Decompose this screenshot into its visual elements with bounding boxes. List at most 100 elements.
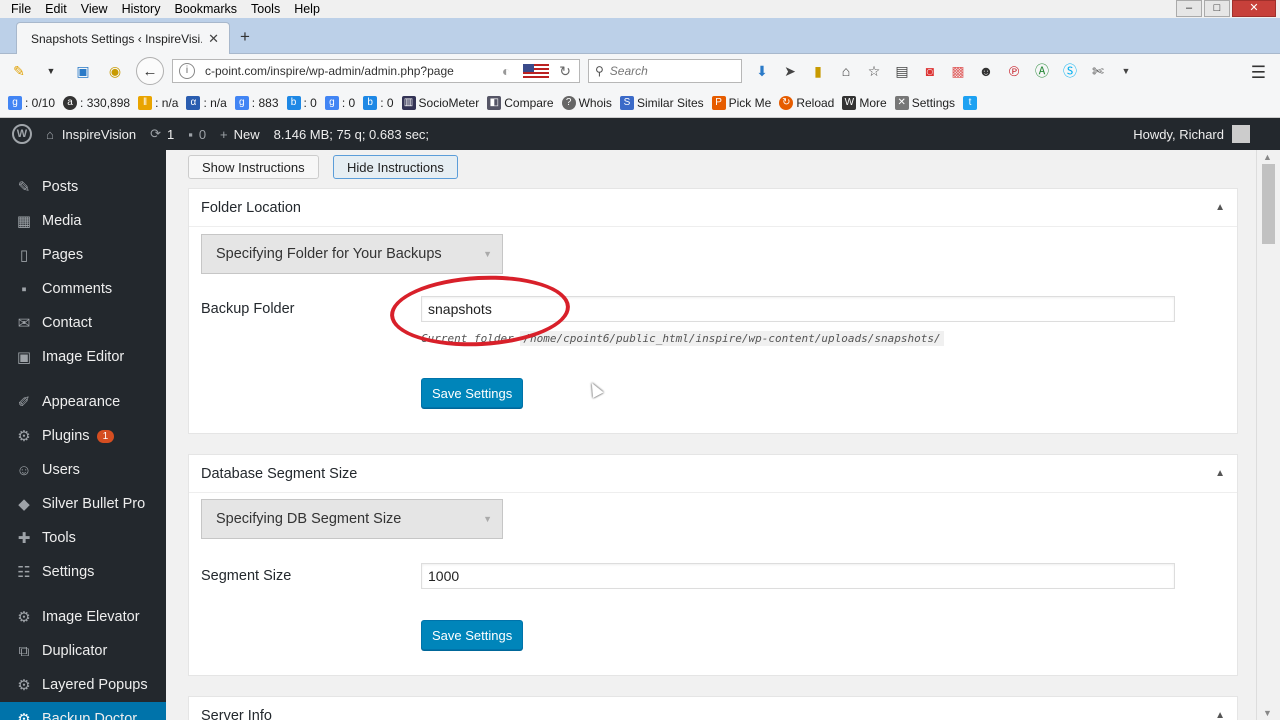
menu-help[interactable]: Help	[287, 2, 327, 16]
backup-folder-label: Backup Folder	[201, 301, 295, 317]
menu-edit[interactable]: Edit	[38, 2, 74, 16]
folder-location-header[interactable]: Folder Location ▲	[189, 189, 1237, 227]
minimize-icon[interactable]: –	[1176, 0, 1202, 17]
scroll-thumb[interactable]	[1262, 164, 1275, 244]
send-icon[interactable]: ➤	[780, 61, 800, 81]
page-scrollbar[interactable]: ▲ ▼	[1256, 150, 1280, 720]
bookmark-item[interactable]: ‖: n/a	[138, 95, 178, 110]
tab-close-icon[interactable]: ✕	[208, 31, 219, 47]
bookmark-item[interactable]: t	[963, 95, 980, 110]
bookmark-item[interactable]: W More	[842, 95, 887, 110]
chevron-down-icon: ▼	[483, 514, 492, 524]
bookmark-item[interactable]: ◧ Compare	[487, 95, 554, 110]
addon-icon[interactable]: ◉	[102, 60, 128, 82]
translate-icon[interactable]: Ⓐ	[1032, 61, 1052, 81]
wordpress-logo-icon[interactable]: W	[12, 124, 32, 144]
sidebar-item-users[interactable]: ☺ Users	[0, 453, 166, 487]
bookmark-item[interactable]: g: 0	[324, 95, 355, 110]
sidebar-item-media[interactable]: ▦ Media	[0, 204, 166, 238]
sidebar-item-plugins[interactable]: ⚙ Plugins 1	[0, 419, 166, 453]
menu-file[interactable]: File	[4, 2, 38, 16]
sidebar-item-backup-doctor[interactable]: ⚙ Backup Doctor	[0, 702, 166, 720]
sidebar-item-image-editor[interactable]: ▣ Image Editor	[0, 340, 166, 374]
segment-size-input[interactable]: 1000	[421, 563, 1175, 589]
bookmark-item[interactable]: b: 0	[363, 95, 394, 110]
tools-icon[interactable]: ✄	[1088, 61, 1108, 81]
bookmark-item[interactable]: S Similar Sites	[619, 95, 704, 110]
bookmark-item[interactable]: ↻ Reload	[779, 95, 834, 110]
bookmark-item[interactable]: ✕ Settings	[894, 95, 955, 110]
maximize-icon[interactable]: □	[1204, 0, 1230, 17]
screenshot-icon[interactable]: ▣	[70, 60, 96, 82]
browser-tab[interactable]: Snapshots Settings ‹ InspireVisi... ✕	[16, 22, 230, 54]
collapse-arrow-icon[interactable]: ▲	[1215, 202, 1225, 213]
updates-link[interactable]: ⟳ 1	[150, 126, 174, 142]
sidebar-item-posts[interactable]: ✎ Posts	[0, 170, 166, 204]
skype-icon[interactable]: Ⓢ	[1060, 61, 1080, 81]
download-icon[interactable]: ⬇	[752, 61, 772, 81]
scroll-up-icon[interactable]: ▲	[1263, 152, 1272, 162]
account-menu[interactable]: Howdy, Richard	[1133, 118, 1250, 150]
ghost-icon[interactable]: ◐	[493, 60, 519, 82]
show-instructions-button[interactable]: Show Instructions	[188, 155, 319, 179]
back-icon[interactable]: ←	[136, 57, 164, 85]
bookmark-item[interactable]: ▥ SocioMeter	[401, 95, 479, 110]
sidebar-item-pages[interactable]: ▯ Pages	[0, 238, 166, 272]
collapse-arrow-icon[interactable]: ▲	[1215, 710, 1225, 720]
site-link[interactable]: ⌂ InspireVision	[46, 127, 136, 142]
menu-tools[interactable]: Tools	[244, 2, 287, 16]
sidebar-item-image-elevator[interactable]: ⚙ Image Elevator	[0, 600, 166, 634]
sidebar-item-appearance[interactable]: ✐ Appearance	[0, 385, 166, 419]
db-segment-header[interactable]: Database Segment Size ▲	[189, 455, 1237, 493]
sidebar-item-comments[interactable]: ▪ Comments	[0, 272, 166, 306]
new-tab-icon[interactable]: +	[240, 27, 250, 47]
sidebar-item-silver-bullet-pro[interactable]: ◆ Silver Bullet Pro	[0, 487, 166, 521]
note-icon[interactable]: ▮	[808, 61, 828, 81]
pocket-icon[interactable]: ◙	[920, 61, 940, 81]
url-text: c-point.com/inspire/wp-admin/admin.php?p…	[205, 64, 454, 78]
alpha-icon: α	[186, 95, 201, 110]
new-link[interactable]: + New	[220, 127, 260, 142]
site-info-icon[interactable]: i	[179, 63, 195, 79]
server-info-header[interactable]: Server Info ▲	[189, 697, 1237, 720]
menu-view[interactable]: View	[74, 2, 115, 16]
sidebar-item-layered-popups[interactable]: ⚙ Layered Popups	[0, 668, 166, 702]
pencil-icon[interactable]: ✎	[6, 60, 32, 82]
folder-accordion[interactable]: Specifying Folder for Your Backups ▼	[201, 234, 503, 274]
hamburger-menu-icon[interactable]: ☰	[1251, 63, 1266, 83]
close-window-icon[interactable]: ✕	[1232, 0, 1276, 17]
sidebar-item-duplicator[interactable]: ⧉ Duplicator	[0, 634, 166, 668]
collapse-arrow-icon[interactable]: ▲	[1215, 468, 1225, 479]
bookmark-item[interactable]: P Pick Me	[711, 95, 771, 110]
scroll-down-icon[interactable]: ▼	[1263, 708, 1272, 718]
reader-icon[interactable]: ▤	[892, 61, 912, 81]
hide-instructions-button[interactable]: Hide Instructions	[333, 155, 458, 179]
dropdown-icon[interactable]: ▼	[38, 60, 64, 82]
bookmark-item[interactable]: ? Whois	[561, 95, 612, 110]
sidebar-label: Settings	[42, 564, 95, 580]
comments-link[interactable]: ▪ 0	[188, 127, 206, 142]
bookmark-item[interactable]: α: n/a	[186, 95, 227, 110]
menu-bookmarks[interactable]: Bookmarks	[167, 2, 244, 16]
sidebar-item-settings[interactable]: ☷ Settings	[0, 555, 166, 589]
ext-red-icon[interactable]: ▩	[948, 61, 968, 81]
save-settings-button[interactable]: Save Settings	[421, 378, 524, 408]
save-settings-button[interactable]: Save Settings	[421, 620, 524, 650]
menu-history[interactable]: History	[115, 2, 168, 16]
bookmark-item[interactable]: b: 0	[286, 95, 317, 110]
sidebar-item-contact[interactable]: ✉ Contact	[0, 306, 166, 340]
bookmark-item[interactable]: a: 330,898	[63, 95, 130, 110]
sidebar-item-tools[interactable]: ✚ Tools	[0, 521, 166, 555]
bookmark-item[interactable]: g: 0/10	[8, 95, 55, 110]
db-segment-accordion[interactable]: Specifying DB Segment Size ▼	[201, 499, 503, 539]
pinterest-icon[interactable]: ℗	[1004, 61, 1024, 81]
chat-icon[interactable]: ☻	[976, 61, 996, 81]
address-bar[interactable]: i c-point.com/inspire/wp-admin/admin.php…	[172, 59, 580, 83]
star-icon[interactable]: ☆	[864, 61, 884, 81]
search-bar[interactable]: ⚲ Search	[588, 59, 742, 83]
bookmark-item[interactable]: g: 883	[234, 95, 279, 110]
sidebar-label: Media	[42, 213, 82, 229]
overflow-icon[interactable]: ▼	[1116, 61, 1136, 81]
reload-icon[interactable]: ↻	[559, 63, 571, 80]
home-icon[interactable]: ⌂	[836, 61, 856, 81]
